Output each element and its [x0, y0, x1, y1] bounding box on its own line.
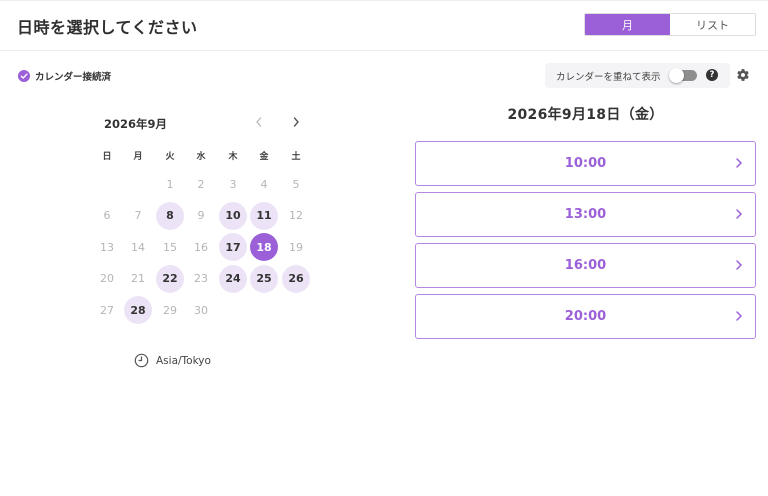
month-label: 2026年9月	[104, 117, 168, 131]
weekday-label: 火	[165, 152, 175, 162]
calendar-day-unavailable: 21	[131, 272, 145, 285]
time-slot-label: 16:00	[564, 258, 607, 273]
clock-icon	[134, 353, 149, 368]
calendar-day-available[interactable]: 17	[219, 233, 247, 261]
weekday-label: 日	[102, 152, 112, 162]
calendar-day-unavailable: 5	[292, 177, 300, 191]
calendar-day-unavailable: 27	[100, 303, 114, 317]
gear-icon[interactable]	[736, 68, 750, 82]
calendar-day-unavailable: 16	[194, 240, 208, 254]
calendar-day-available[interactable]: 24	[219, 264, 247, 293]
calendar-day-available[interactable]: 22	[156, 264, 184, 293]
calendar-day-unavailable: 30	[194, 303, 208, 317]
calendar-day-unavailable: 7	[134, 209, 142, 222]
calendar-day-unavailable: 20	[100, 272, 114, 285]
calendar-day-unavailable: 15	[163, 240, 177, 254]
calendar-day-unavailable: 2	[197, 177, 205, 191]
next-month-button[interactable]	[288, 114, 304, 130]
timezone-label: Asia/Tokyo	[156, 354, 211, 367]
timezone-selector[interactable]: Asia/Tokyo	[134, 353, 211, 368]
weekday-label: 土	[291, 152, 301, 162]
calendar-day-unavailable: 19	[289, 240, 303, 254]
page-title: 日時を選択してください	[17, 18, 198, 37]
calendar-day-unavailable: 14	[131, 240, 145, 254]
calendar-day-unavailable: 29	[163, 303, 177, 317]
calendar-day-unavailable: 6	[103, 209, 111, 222]
calendar-day-unavailable: 9	[197, 209, 205, 222]
time-slot-button[interactable]: 10:00	[415, 141, 756, 186]
calendar-day-available[interactable]: 8	[156, 201, 184, 230]
chevron-left-icon	[256, 117, 262, 127]
help-icon[interactable]: ?	[706, 69, 718, 81]
month-view-button[interactable]: 月	[585, 14, 670, 35]
weekday-label: 月	[133, 152, 143, 162]
chevron-right-icon	[736, 311, 743, 321]
calendar-day-available[interactable]: 11	[250, 201, 278, 230]
time-slot-label: 10:00	[564, 156, 607, 171]
header: 日時を選択してください 月 リスト	[0, 0, 768, 51]
overlay-calendar-label: カレンダーを重ねて表示	[556, 71, 661, 83]
calendar-day-unavailable: 13	[100, 240, 114, 254]
calendar-connected-status: カレンダー接続済	[18, 69, 111, 83]
time-slot-label: 20:00	[564, 309, 607, 324]
time-slot-button[interactable]: 16:00	[415, 243, 756, 288]
calendar-day-unavailable: 12	[289, 209, 303, 222]
weekday-label: 木	[228, 152, 238, 162]
overlay-calendar-toggle[interactable]	[669, 68, 697, 83]
weekday-label: 金	[259, 152, 269, 162]
calendar-day-available[interactable]: 25	[250, 264, 278, 293]
calendar-day-unavailable: 3	[229, 177, 237, 191]
calendar-connected-label: カレンダー接続済	[35, 72, 112, 83]
chevron-right-icon	[736, 209, 743, 219]
list-view-button[interactable]: リスト	[670, 14, 755, 35]
time-slot-label: 13:00	[564, 207, 607, 222]
view-toggle: 月 リスト	[584, 13, 756, 36]
calendar-day-unavailable: 23	[194, 272, 208, 285]
prev-month-button[interactable]	[251, 114, 267, 130]
toggle-knob	[669, 68, 684, 83]
chevron-right-icon	[736, 260, 743, 270]
selected-date-heading: 2026年9月18日（金）	[507, 107, 664, 123]
overlay-calendar-box: カレンダーを重ねて表示 ?	[545, 63, 730, 88]
weekday-label: 水	[196, 152, 206, 162]
chevron-right-icon	[736, 158, 743, 168]
calendar-day-unavailable: 1	[166, 177, 174, 191]
calendar-day-available[interactable]: 10	[219, 201, 247, 230]
calendar-day-available[interactable]: 28	[124, 296, 152, 324]
check-circle-icon	[18, 70, 30, 82]
calendar-day-available[interactable]: 26	[282, 264, 310, 293]
time-slot-button[interactable]: 13:00	[415, 192, 756, 237]
calendar-day-unavailable: 4	[260, 177, 268, 191]
time-slot-button[interactable]: 20:00	[415, 294, 756, 339]
chevron-right-icon	[293, 117, 299, 127]
calendar-day-selected[interactable]: 18	[250, 233, 278, 261]
